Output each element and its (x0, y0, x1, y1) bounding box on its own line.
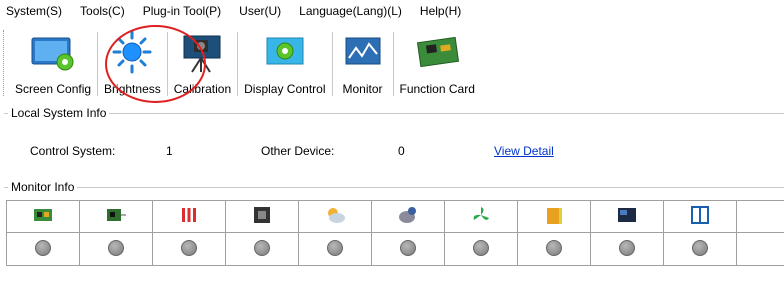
status-dot (473, 239, 489, 256)
function-card-button[interactable]: Function Card (394, 24, 481, 100)
temperature-icon (182, 208, 196, 222)
smoke-icon (399, 207, 416, 223)
monitor-col-screen (590, 200, 664, 233)
monitor-col-temperature (152, 200, 226, 233)
power-icon (547, 208, 562, 224)
calibration-button[interactable]: Calibration (168, 24, 237, 100)
monitor-col-receiving-card (6, 200, 80, 233)
menu-bar: System(S) Tools(C) Plug-in Tool(P) User(… (0, 0, 784, 22)
monitor-label: Monitor (342, 82, 383, 96)
monitor-info-group: Monitor Info (4, 180, 784, 194)
control-system-value: 1 (166, 144, 173, 158)
cabinet-door-icon (691, 206, 709, 224)
status-dot (108, 239, 124, 256)
status-dot (327, 239, 343, 256)
status-dot (692, 239, 708, 256)
monitor-table-filler (736, 200, 784, 233)
screen-config-label: Screen Config (15, 82, 92, 96)
other-device-label: Other Device: (261, 144, 335, 158)
monitor-col-weather (298, 200, 372, 233)
brightness-icon (108, 30, 156, 74)
status-dot (35, 239, 51, 256)
monitor-col-fan (444, 200, 518, 233)
status-dot (400, 239, 416, 256)
brightness-button[interactable]: Brightness (98, 24, 167, 100)
calibration-label: Calibration (173, 82, 232, 96)
local-system-info-group: Local System Info (4, 106, 784, 120)
display-control-label: Display Control (244, 82, 326, 96)
menu-tools[interactable]: Tools(C) (71, 0, 134, 22)
sending-card-icon (107, 209, 126, 221)
status-dot (254, 239, 270, 256)
monitor-button[interactable]: Monitor (333, 24, 393, 100)
receiving-card-icon (34, 209, 52, 221)
screen-icon (618, 208, 636, 222)
display-control-button[interactable]: Display Control (238, 24, 331, 100)
status-dot (546, 239, 562, 256)
monitor-col-smoke (371, 200, 445, 233)
monitor-col-cabinet-door (663, 200, 737, 233)
screen-config-button[interactable]: Screen Config (9, 24, 97, 100)
monitor-col-sending-card (79, 200, 153, 233)
weather-icon (328, 208, 345, 223)
fan-icon (473, 207, 489, 220)
menu-help[interactable]: Help(H) (411, 0, 470, 22)
toolbar: Screen Config Brightness Calibration Dis… (0, 24, 481, 102)
camera-icon (178, 30, 226, 74)
menu-system[interactable]: System(S) (0, 0, 71, 22)
view-detail-link[interactable]: View Detail (494, 144, 554, 158)
monitor-info-title: Monitor Info (8, 180, 78, 194)
monitor-col-chip (225, 200, 299, 233)
chip-icon (254, 207, 270, 223)
status-dot (619, 239, 635, 256)
control-system-label: Control System: (30, 144, 116, 158)
function-card-label: Function Card (399, 82, 475, 96)
brightness-label: Brightness (104, 82, 161, 96)
function-card-icon (413, 30, 461, 74)
menu-language[interactable]: Language(Lang)(L) (290, 0, 411, 22)
screen-config-icon (29, 30, 77, 74)
status-dot (181, 239, 197, 256)
monitor-table (6, 200, 784, 266)
monitor-col-power (517, 200, 591, 233)
local-system-info-title: Local System Info (8, 106, 110, 120)
menu-user[interactable]: User(U) (230, 0, 290, 22)
other-device-value: 0 (398, 144, 405, 158)
monitor-icon (339, 30, 387, 74)
display-control-icon (261, 30, 309, 74)
menu-plugin-tool[interactable]: Plug-in Tool(P) (134, 0, 230, 22)
